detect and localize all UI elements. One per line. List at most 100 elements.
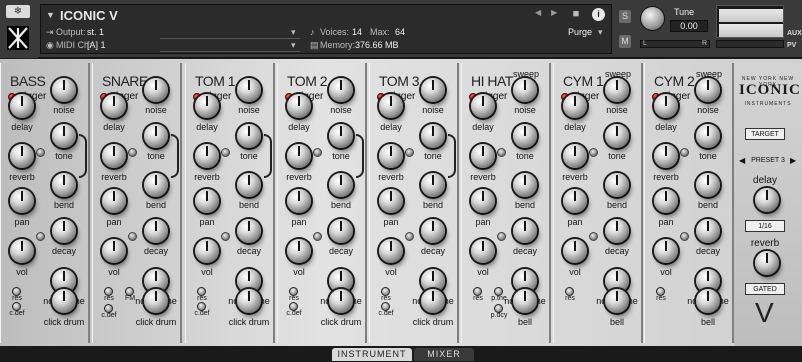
output-dropdown[interactable] (160, 27, 300, 39)
camera-icon[interactable]: ■ (568, 8, 584, 22)
knob-decay[interactable] (513, 219, 537, 243)
knob-delay[interactable] (654, 94, 678, 118)
knob-vol[interactable] (379, 239, 403, 263)
global-reverb-knob[interactable] (755, 251, 779, 275)
knob-noise[interactable] (513, 78, 537, 102)
knob-bell[interactable] (513, 289, 537, 313)
knob-noise[interactable] (237, 78, 261, 102)
volume-meter[interactable] (716, 5, 784, 38)
knob-pan[interactable] (471, 189, 495, 213)
midi-dropdown[interactable] (160, 40, 300, 52)
knob-bend[interactable] (513, 173, 537, 197)
knob-bend[interactable] (605, 173, 629, 197)
knob-noise[interactable] (144, 78, 168, 102)
target-button[interactable]: TARGET (745, 128, 785, 140)
knob-bend[interactable] (144, 173, 168, 197)
knob-bell[interactable] (605, 289, 629, 313)
knob-delay[interactable] (102, 94, 126, 118)
global-reverb-value[interactable]: GATED (745, 283, 785, 295)
output-dropdown-caret-icon[interactable]: ▾ (291, 27, 296, 38)
knob-decay[interactable] (52, 219, 76, 243)
knob-decay[interactable] (237, 219, 261, 243)
tab-mixer[interactable]: MIXER (414, 348, 474, 361)
knob-tone[interactable] (237, 124, 261, 148)
knob-delay[interactable] (10, 94, 34, 118)
knob-noise[interactable] (421, 78, 445, 102)
knob-vol[interactable] (471, 239, 495, 263)
knob-pan[interactable] (654, 189, 678, 213)
pv-label[interactable]: PV (787, 42, 796, 49)
instrument-menu-caret-icon[interactable]: ▼ (46, 10, 55, 20)
knob-vol[interactable] (563, 239, 587, 263)
knob-bend[interactable] (237, 173, 261, 197)
knob-bell[interactable] (696, 289, 720, 313)
knob-reverb[interactable] (379, 144, 403, 168)
knob-tone[interactable] (696, 124, 720, 148)
knob-pan[interactable] (287, 189, 311, 213)
knob-noise[interactable] (605, 78, 629, 102)
knob-decay[interactable] (329, 219, 353, 243)
preset-label[interactable]: PRESET 3 (748, 157, 788, 164)
knob-tone[interactable] (605, 124, 629, 148)
knob-tone[interactable] (329, 124, 353, 148)
knob-delay[interactable] (287, 94, 311, 118)
knob-decay[interactable] (605, 219, 629, 243)
knob-bend[interactable] (696, 173, 720, 197)
knob-bend[interactable] (52, 173, 76, 197)
knob-reverb[interactable] (195, 144, 219, 168)
knob-tone[interactable] (144, 124, 168, 148)
midi-value[interactable]: [A] 1 (87, 40, 106, 50)
knob-decay[interactable] (421, 219, 445, 243)
knob-vol[interactable] (10, 239, 34, 263)
knob-tone[interactable] (421, 124, 445, 148)
knob-pan[interactable] (10, 189, 34, 213)
knob-click-drum[interactable] (144, 289, 168, 313)
preset-next-icon[interactable]: ▶ (790, 156, 796, 165)
pan-slider[interactable] (640, 40, 710, 48)
tune-value[interactable]: 0.00 (670, 20, 708, 32)
knob-bend[interactable] (329, 173, 353, 197)
knob-decay[interactable] (144, 219, 168, 243)
preset-prev-icon[interactable]: ◀ (739, 156, 745, 165)
knob-vol[interactable] (287, 239, 311, 263)
knob-tone[interactable] (513, 124, 537, 148)
volume-slider[interactable] (716, 40, 784, 48)
knob-tone[interactable] (52, 124, 76, 148)
knob-noise[interactable] (696, 78, 720, 102)
knob-reverb[interactable] (10, 144, 34, 168)
knob-vol[interactable] (102, 239, 126, 263)
knob-delay[interactable] (195, 94, 219, 118)
mute-button[interactable]: M (619, 35, 631, 48)
knob-reverb[interactable] (102, 144, 126, 168)
knob-delay[interactable] (471, 94, 495, 118)
knob-noise[interactable] (329, 78, 353, 102)
settings-snowflake-icon[interactable]: ❄ (6, 5, 30, 18)
prev-next-arrows-icon[interactable]: ◀▶ (535, 8, 567, 17)
knob-vol[interactable] (654, 239, 678, 263)
knob-reverb[interactable] (654, 144, 678, 168)
knob-vol[interactable] (195, 239, 219, 263)
purge-button[interactable]: Purge (568, 27, 592, 37)
knob-reverb[interactable] (563, 144, 587, 168)
knob-decay[interactable] (696, 219, 720, 243)
knob-click-drum[interactable] (329, 289, 353, 313)
knob-noise[interactable] (52, 78, 76, 102)
knob-pan[interactable] (563, 189, 587, 213)
global-delay-value[interactable]: 1/16 (745, 220, 785, 232)
info-icon[interactable]: i (592, 8, 605, 21)
knob-click-drum[interactable] (52, 289, 76, 313)
solo-button[interactable]: S (619, 10, 631, 23)
tab-instrument[interactable]: INSTRUMENT (332, 348, 412, 361)
knob-delay[interactable] (563, 94, 587, 118)
knob-click-drum[interactable] (421, 289, 445, 313)
aux-label[interactable]: AUX (787, 30, 802, 37)
midi-dropdown-caret-icon[interactable]: ▾ (291, 40, 296, 51)
knob-reverb[interactable] (471, 144, 495, 168)
knob-pan[interactable] (379, 189, 403, 213)
purge-caret-icon[interactable]: ▾ (598, 27, 603, 38)
knob-click-drum[interactable] (237, 289, 261, 313)
knob-delay[interactable] (379, 94, 403, 118)
knob-bend[interactable] (421, 173, 445, 197)
global-delay-knob[interactable] (755, 188, 779, 212)
instrument-name[interactable]: ICONIC V (60, 8, 118, 23)
